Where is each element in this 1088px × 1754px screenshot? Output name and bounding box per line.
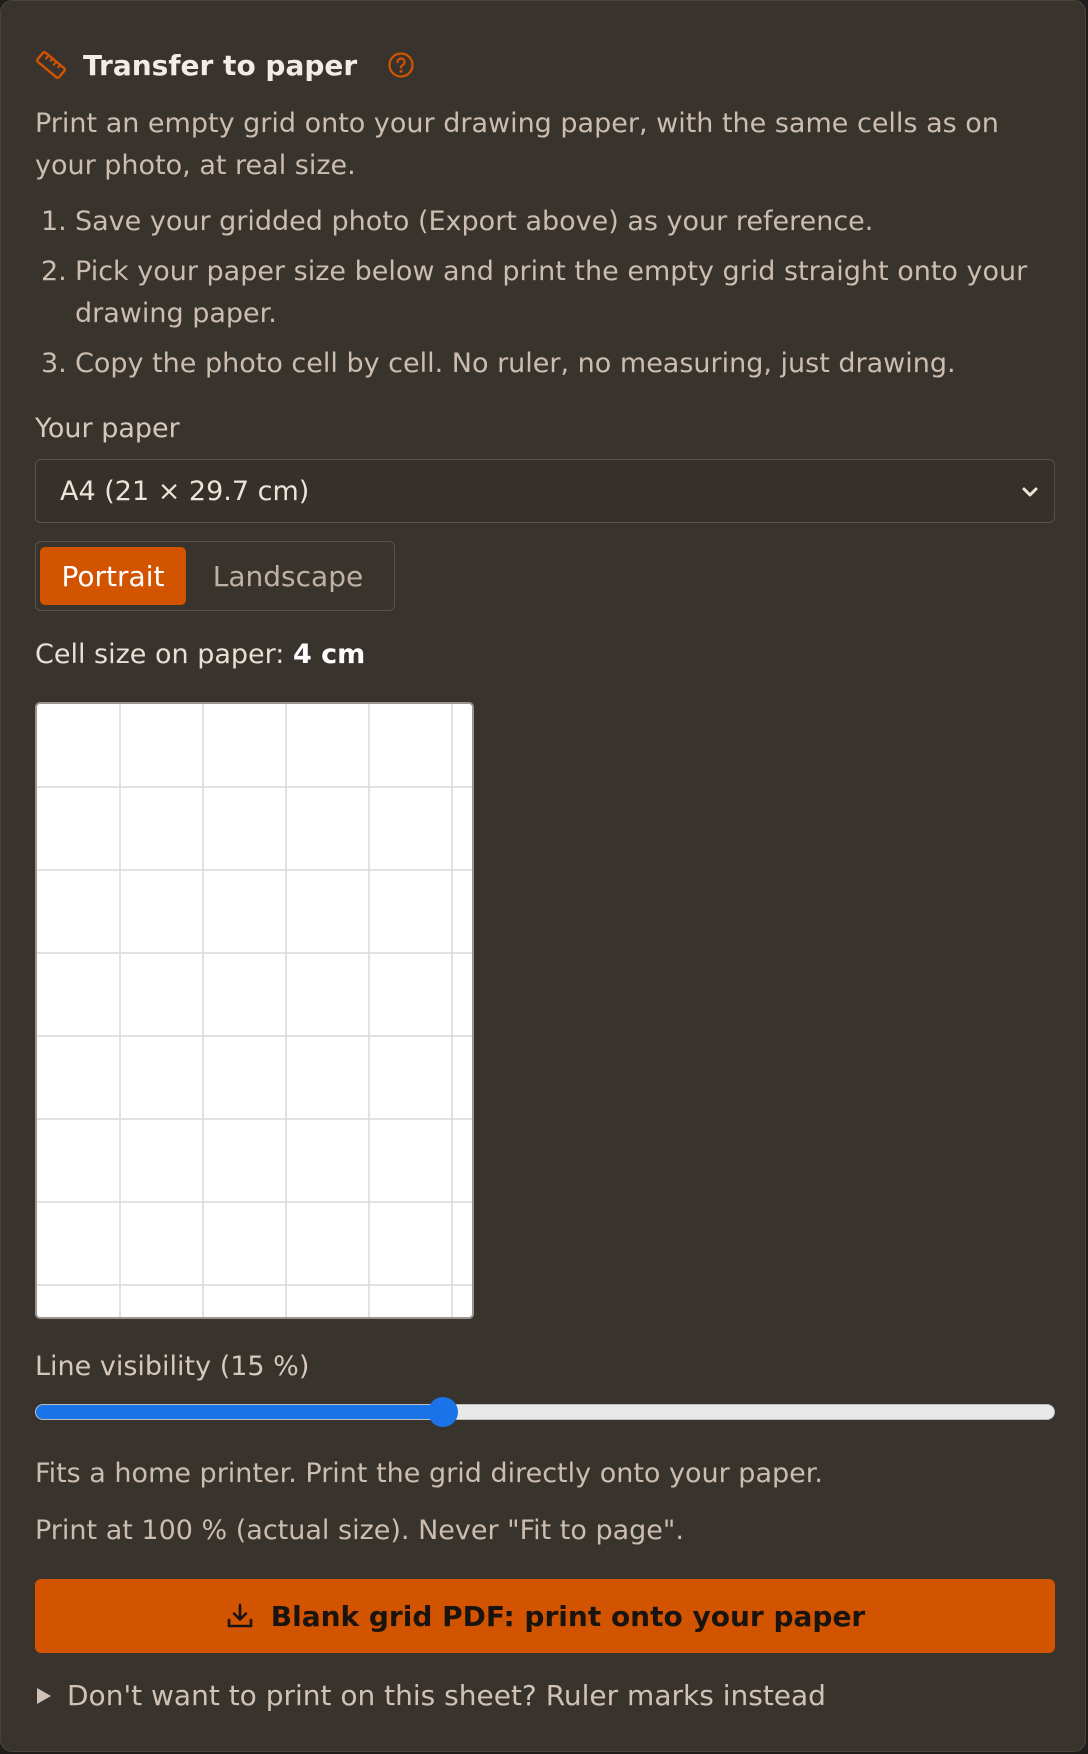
step-number: 3. bbox=[41, 348, 67, 379]
intro-text: Print an empty grid onto your drawing pa… bbox=[35, 108, 999, 181]
disclosure-triangle-icon bbox=[37, 1687, 51, 1704]
ruler-marks-label: Don't want to print on this sheet? Ruler… bbox=[67, 1679, 826, 1712]
printer-note: Fits a home printer. Print the grid dire… bbox=[35, 1458, 823, 1489]
step-number: 2. bbox=[41, 256, 67, 287]
paper-label: Your paper bbox=[35, 413, 180, 444]
grid-preview-canvas bbox=[37, 704, 472, 1317]
step-text: Save your gridded photo (Export above) a… bbox=[75, 206, 874, 237]
panel-title: Transfer to paper bbox=[83, 48, 358, 82]
line-visibility-slider[interactable] bbox=[35, 1397, 1055, 1427]
orientation-landscape[interactable]: Landscape bbox=[188, 547, 388, 605]
ruler-icon bbox=[36, 51, 66, 79]
slider-track[interactable] bbox=[35, 1404, 1055, 1420]
paper-size-select[interactable]: A4 (21 × 29.7 cm) bbox=[35, 459, 1055, 523]
step-item: 2. Pick your paper size below and print t… bbox=[35, 251, 1045, 335]
orientation-portrait[interactable]: Portrait bbox=[40, 547, 186, 605]
orientation-toggle: Portrait Landscape bbox=[35, 541, 395, 611]
grid-preview bbox=[35, 702, 474, 1319]
step-text: Copy the photo cell by cell. No ruler, n… bbox=[75, 348, 956, 379]
ruler-marks-toggle[interactable]: Don't want to print on this sheet? Ruler… bbox=[35, 1679, 826, 1712]
cell-size-readout: Cell size on paper: 4 cm bbox=[35, 639, 365, 670]
print-scale-note: Print at 100 % (actual size). Never "Fit… bbox=[35, 1515, 684, 1546]
slider-thumb[interactable] bbox=[428, 1397, 458, 1427]
slider-fill bbox=[36, 1405, 444, 1419]
blank-grid-pdf-button[interactable]: Blank grid PDF: print onto your paper bbox=[35, 1579, 1055, 1653]
chevron-down-icon bbox=[1022, 487, 1038, 497]
transfer-to-paper-panel: Transfer to paper Print an empty grid on… bbox=[0, 0, 1086, 1752]
panel-header: Transfer to paper bbox=[35, 45, 415, 85]
paper-size-value: A4 (21 × 29.7 cm) bbox=[60, 475, 310, 507]
help-icon[interactable] bbox=[387, 51, 415, 79]
step-item: 1. Save your gridded photo (Export above)… bbox=[35, 201, 1045, 243]
cell-size-value: 4 cm bbox=[292, 639, 366, 670]
step-text: Pick your paper size below and print the… bbox=[75, 256, 1028, 329]
step-item: 3. Copy the photo cell by cell. No ruler,… bbox=[35, 343, 1045, 385]
cell-size-label: Cell size on paper: bbox=[35, 639, 285, 670]
blank-grid-pdf-label: Blank grid PDF: print onto your paper bbox=[270, 1599, 866, 1633]
download-icon bbox=[227, 1603, 253, 1628]
step-number: 1. bbox=[41, 206, 67, 237]
line-visibility-label: Line visibility (15 %) bbox=[35, 1351, 310, 1382]
steps-list: 1. Save your gridded photo (Export above)… bbox=[35, 201, 1045, 393]
